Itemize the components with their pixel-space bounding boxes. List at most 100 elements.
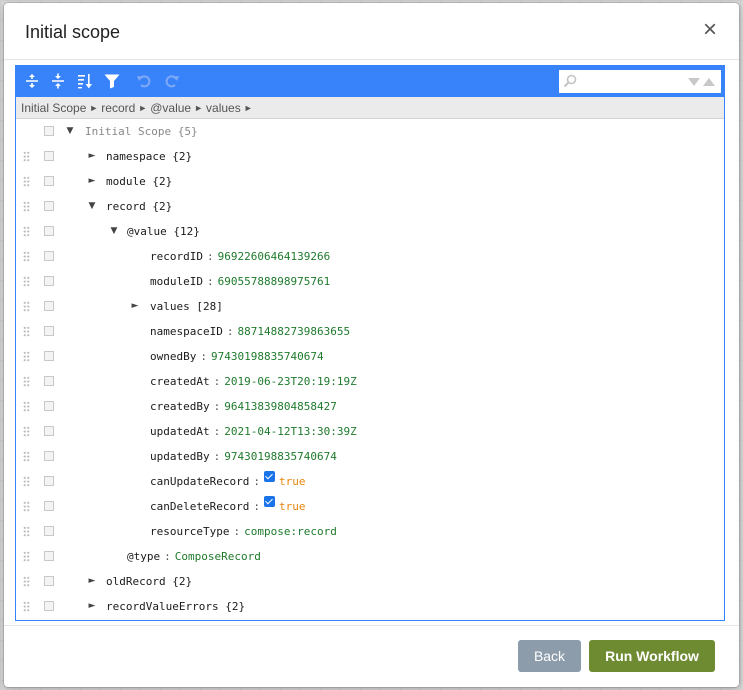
context-menu-button[interactable] xyxy=(44,151,54,161)
back-button[interactable]: Back xyxy=(518,640,581,672)
key-separator: : xyxy=(253,500,260,513)
drag-handle-icon[interactable] xyxy=(23,376,30,387)
context-menu-button[interactable] xyxy=(44,351,54,361)
undo-button[interactable] xyxy=(133,70,155,92)
expand-all-icon xyxy=(26,74,38,88)
context-menu-button[interactable] xyxy=(44,601,54,611)
tree-row-recordvalueerrors: ► recordValueErrors {2} xyxy=(16,594,724,619)
node-value[interactable]: compose:record xyxy=(244,525,337,538)
drag-handle-icon[interactable] xyxy=(23,351,30,362)
breadcrumb-item[interactable]: @value xyxy=(150,101,191,115)
drag-handle-icon[interactable] xyxy=(23,201,30,212)
node-key[interactable]: values xyxy=(150,300,190,313)
boolean-checkbox[interactable] xyxy=(263,471,275,482)
node-key[interactable]: @value xyxy=(127,225,167,238)
context-menu-button[interactable] xyxy=(44,576,54,586)
node-key[interactable]: @type xyxy=(127,550,160,563)
context-menu-button[interactable] xyxy=(44,201,54,211)
node-value[interactable]: 96922606464139266 xyxy=(218,250,331,263)
search-input[interactable] xyxy=(580,73,684,90)
context-menu-button[interactable] xyxy=(44,226,54,236)
expand-toggle-icon[interactable]: ▼ xyxy=(109,226,119,237)
drag-handle-icon[interactable] xyxy=(23,501,30,512)
drag-handle-icon[interactable] xyxy=(23,551,30,562)
drag-handle-icon[interactable] xyxy=(23,226,30,237)
node-key[interactable]: createdAt xyxy=(150,375,210,388)
expand-toggle-icon[interactable]: ► xyxy=(130,301,140,312)
context-menu-button[interactable] xyxy=(44,551,54,561)
expand-toggle-icon[interactable]: ► xyxy=(87,576,97,587)
breadcrumb-item[interactable]: record xyxy=(101,101,135,115)
search-previous-icon[interactable] xyxy=(703,78,715,87)
node-key[interactable]: createdBy xyxy=(150,400,210,413)
expand-all-button[interactable] xyxy=(21,70,43,92)
node-value[interactable]: ComposeRecord xyxy=(175,550,261,563)
expand-toggle-icon[interactable]: ► xyxy=(87,176,97,187)
node-key[interactable]: updatedAt xyxy=(150,425,210,438)
node-value[interactable]: 97430198835740674 xyxy=(224,450,337,463)
expand-toggle-icon[interactable]: ▼ xyxy=(65,126,75,137)
node-value[interactable]: 2019-06-23T20:19:19Z xyxy=(224,375,356,388)
drag-handle-icon[interactable] xyxy=(23,401,30,412)
node-key[interactable]: recordID xyxy=(150,250,203,263)
node-key[interactable]: namespaceID xyxy=(150,325,223,338)
context-menu-button[interactable] xyxy=(44,501,54,511)
drag-handle-icon[interactable] xyxy=(23,176,30,187)
node-value[interactable]: 69055788898975761 xyxy=(218,275,331,288)
drag-handle-icon[interactable] xyxy=(23,426,30,437)
context-menu-button[interactable] xyxy=(44,526,54,536)
node-key[interactable]: record xyxy=(106,200,146,213)
node-value[interactable]: 97430198835740674 xyxy=(211,350,324,363)
node-key[interactable]: updatedBy xyxy=(150,450,210,463)
node-key[interactable]: recordValueErrors xyxy=(106,600,219,613)
sort-button[interactable] xyxy=(74,70,96,92)
node-value[interactable]: true xyxy=(279,475,306,488)
breadcrumb-separator: ► xyxy=(89,102,99,113)
boolean-checkbox[interactable] xyxy=(263,496,275,507)
node-key[interactable]: moduleID xyxy=(150,275,203,288)
breadcrumb-item[interactable]: Initial Scope xyxy=(21,101,86,115)
breadcrumb-item[interactable]: values xyxy=(206,101,241,115)
filter-button[interactable] xyxy=(101,70,123,92)
node-value[interactable]: 96413839804858427 xyxy=(224,400,337,413)
context-menu-button[interactable] xyxy=(44,476,54,486)
node-key[interactable]: canUpdateRecord xyxy=(150,475,249,488)
drag-handle-icon[interactable] xyxy=(23,251,30,262)
redo-button[interactable] xyxy=(161,70,183,92)
expand-toggle-icon[interactable]: ▼ xyxy=(87,201,97,212)
drag-handle-icon[interactable] xyxy=(23,476,30,487)
expand-toggle-icon[interactable]: ► xyxy=(87,601,97,612)
node-key[interactable]: oldRecord xyxy=(106,575,166,588)
node-value[interactable]: 2021-04-12T13:30:39Z xyxy=(224,425,356,438)
drag-handle-icon[interactable] xyxy=(23,526,30,537)
node-key[interactable]: module xyxy=(106,175,146,188)
node-value[interactable]: 88714882739863655 xyxy=(237,325,350,338)
context-menu-button[interactable] xyxy=(44,301,54,311)
node-key[interactable]: ownedBy xyxy=(150,350,196,363)
drag-handle-icon[interactable] xyxy=(23,301,30,312)
drag-handle-icon[interactable] xyxy=(23,151,30,162)
drag-handle-icon[interactable] xyxy=(23,576,30,587)
drag-handle-icon[interactable] xyxy=(23,276,30,287)
search-next-icon[interactable] xyxy=(688,78,700,87)
context-menu-button[interactable] xyxy=(44,126,54,136)
node-key[interactable]: namespace xyxy=(106,150,166,163)
node-key[interactable]: resourceType xyxy=(150,525,229,538)
close-button[interactable]: × xyxy=(699,17,721,43)
context-menu-button[interactable] xyxy=(44,176,54,186)
drag-handle-icon[interactable] xyxy=(23,326,30,337)
context-menu-button[interactable] xyxy=(44,451,54,461)
context-menu-button[interactable] xyxy=(44,276,54,286)
node-value[interactable]: true xyxy=(279,500,306,513)
collapse-all-button[interactable] xyxy=(47,70,69,92)
context-menu-button[interactable] xyxy=(44,376,54,386)
context-menu-button[interactable] xyxy=(44,426,54,436)
expand-toggle-icon[interactable]: ► xyxy=(87,151,97,162)
context-menu-button[interactable] xyxy=(44,401,54,411)
drag-handle-icon[interactable] xyxy=(23,451,30,462)
run-workflow-button[interactable]: Run Workflow xyxy=(589,640,715,672)
node-key[interactable]: canDeleteRecord xyxy=(150,500,249,513)
drag-handle-icon[interactable] xyxy=(23,601,30,612)
context-menu-button[interactable] xyxy=(44,326,54,336)
context-menu-button[interactable] xyxy=(44,251,54,261)
